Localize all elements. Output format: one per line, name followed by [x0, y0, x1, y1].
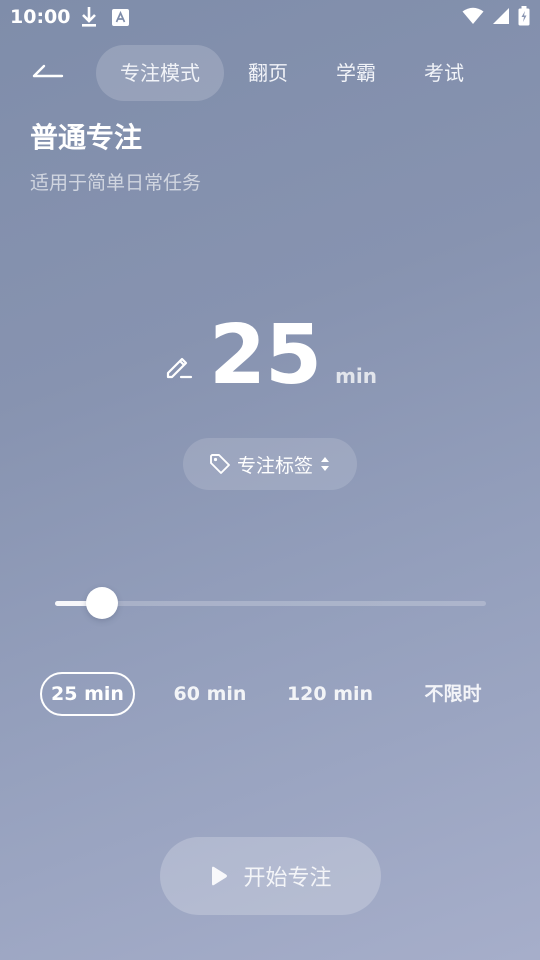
battery-icon	[518, 6, 530, 26]
start-focus-label: 开始专注	[243, 866, 332, 891]
wifi-icon	[462, 7, 484, 24]
mode-subtitle: 适用于简单日常任务	[30, 172, 202, 194]
back-button[interactable]	[30, 58, 70, 90]
mode-tabs: 专注模式 翻页 学霸 考试	[96, 45, 488, 101]
status-time: 10:00	[10, 6, 71, 28]
status-icons-right	[462, 6, 530, 26]
mode-title: 普通专注	[30, 121, 143, 154]
start-focus-button[interactable]: 开始专注	[160, 837, 381, 915]
focus-tag-selector[interactable]: 专注标签	[183, 438, 357, 490]
duration-slider-thumb[interactable]	[86, 587, 119, 619]
preset-unlimited[interactable]: 不限时	[406, 672, 500, 716]
timer-unit: min	[335, 364, 378, 388]
timer-display: 25 min	[0, 315, 540, 397]
tab-flip[interactable]: 翻页	[224, 45, 312, 101]
preset-60-min[interactable]: 60 min	[162, 672, 258, 716]
tab-exam[interactable]: 考试	[400, 45, 488, 101]
focus-tag-label: 专注标签	[236, 454, 313, 477]
back-arrow-icon	[32, 64, 64, 78]
download-icon	[82, 7, 96, 27]
a-badge-icon	[112, 8, 129, 26]
play-icon	[212, 866, 228, 886]
preset-25-min[interactable]: 25 min	[40, 672, 135, 716]
edit-icon[interactable]	[163, 351, 193, 381]
timer-value[interactable]: 25	[209, 315, 322, 397]
tab-focus-mode[interactable]: 专注模式	[96, 45, 224, 101]
tag-icon	[210, 454, 230, 474]
duration-slider-track[interactable]	[55, 601, 486, 606]
status-icons-left	[80, 6, 129, 28]
tab-scholar[interactable]: 学霸	[312, 45, 400, 101]
sort-arrows-icon	[321, 457, 329, 471]
preset-120-min[interactable]: 120 min	[280, 672, 380, 716]
cell-signal-icon	[493, 8, 509, 24]
